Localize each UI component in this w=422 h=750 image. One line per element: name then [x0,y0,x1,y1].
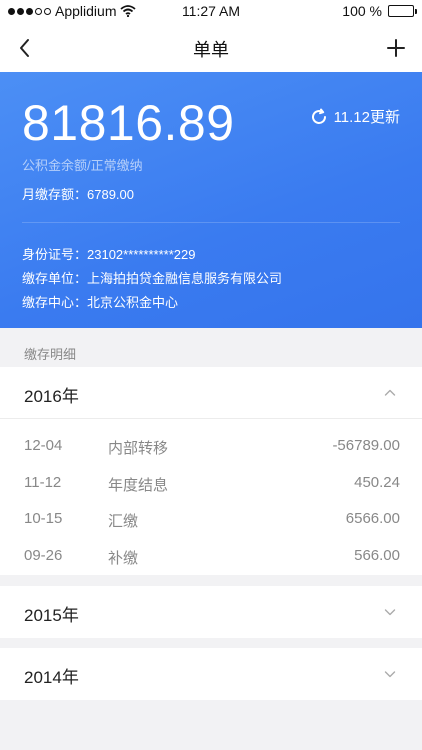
transaction-row: 11-12 年度结息 450.24 [0,466,422,503]
summary-card: 81816.89 公积金余额/正常缴纳 月缴存额：6789.00 11.12更新… [0,72,422,328]
battery-percent: 100 % [342,3,382,19]
chevron-up-icon [384,389,396,396]
hero-divider [22,222,400,223]
id-label: 身份证号： [22,247,88,262]
center-label: 缴存中心： [22,295,88,310]
year-header[interactable]: 2016年 [0,367,422,419]
section-label: 缴存明细 [24,347,77,362]
transaction-date: 12-04 [24,437,63,454]
status-bar: Applidium 11:27 AM 100 % [0,0,422,24]
year-card-2016: 2016年 12-04 内部转移 -56789.00 11-12 年度结息 45… [0,367,422,575]
center-value: 北京公积金中心 [87,295,179,310]
deposit-unit-row: 缴存单位：上海拍拍贷金融信息服务有限公司 [22,268,282,287]
update-text: 11.12更新 [333,109,400,126]
battery-icon [388,5,417,17]
transaction-desc: 年度结息 [108,476,169,494]
deposit-center-row: 缴存中心：北京公积金中心 [22,292,178,311]
balance-label: 公积金余额/正常缴纳 [22,158,143,173]
id-value: 23102**********229 [87,247,196,262]
transaction-desc: 补缴 [108,549,139,567]
monthly-label: 月缴存额： [22,187,88,202]
unit-label: 缴存单位： [22,271,88,286]
year-title: 2015年 [24,606,79,625]
year-card-2015: 2015年 [0,586,422,638]
page-title: 单单 [193,40,229,60]
year-title: 2016年 [24,387,79,406]
transaction-date: 10-15 [24,510,63,527]
transaction-date: 11-12 [24,473,62,491]
year-header[interactable]: 2015年 [0,586,422,638]
plus-icon[interactable] [382,34,410,62]
transaction-desc: 内部转移 [108,440,169,457]
transaction-row: 09-26 补缴 566.00 [0,539,422,576]
transaction-amount: 566.00 [354,546,400,564]
id-number-row: 身份证号：23102**********229 [22,244,195,263]
transaction-list: 12-04 内部转移 -56789.00 11-12 年度结息 450.24 1… [0,419,422,575]
status-right: 100 % [342,3,417,19]
monthly-value: 6789.00 [87,187,135,202]
year-header[interactable]: 2014年 [0,648,422,700]
transaction-amount: 6566.00 [345,510,400,527]
unit-value: 上海拍拍贷金融信息服务有限公司 [87,271,283,286]
transaction-row: 12-04 内部转移 -56789.00 [0,429,422,466]
chevron-down-icon [384,671,396,678]
transaction-desc: 汇缴 [108,513,139,530]
transaction-row: 10-15 汇缴 6566.00 [0,502,422,539]
update-button[interactable]: 11.12更新 [310,106,400,127]
refresh-icon [311,108,326,124]
transaction-amount: -56789.00 [332,437,400,454]
monthly-deposit: 月缴存额：6789.00 [22,184,134,203]
chevron-down-icon [384,609,396,616]
transaction-amount: 450.24 [354,473,400,491]
year-card-2014: 2014年 [0,648,422,700]
transaction-date: 09-26 [24,546,63,564]
balance-amount: 81816.89 [22,95,235,151]
nav-bar: 单单 [0,24,422,72]
year-title: 2014年 [24,668,79,687]
